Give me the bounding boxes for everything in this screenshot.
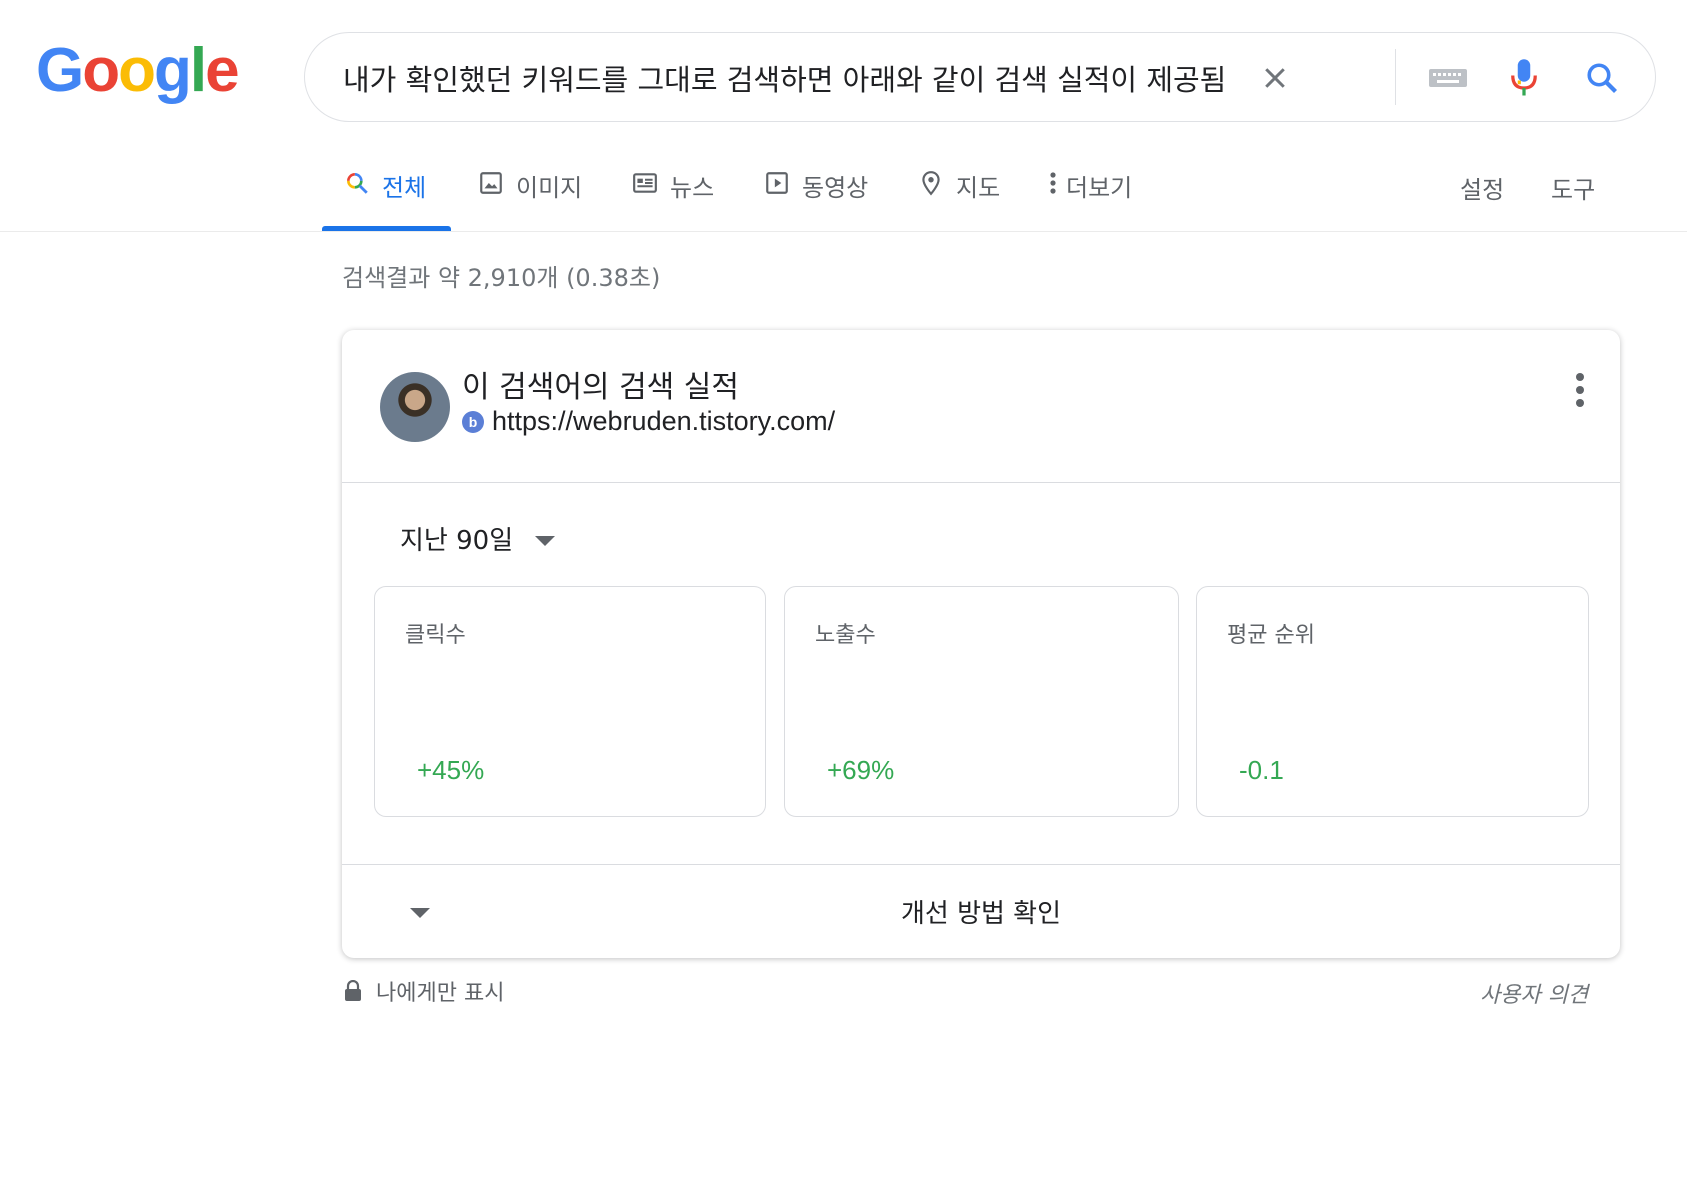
metric-label: 클릭수 xyxy=(405,623,466,648)
tab-videos[interactable]: 동영상 xyxy=(762,168,868,240)
lock-icon xyxy=(344,980,362,1002)
site-url[interactable]: https://webruden.tistory.com/ xyxy=(492,406,835,437)
private-label: 나에게만 표시 xyxy=(376,981,505,1006)
logo-letter: o xyxy=(82,36,120,105)
logo-letter: o xyxy=(118,36,156,105)
image-icon xyxy=(476,168,506,198)
metric-label: 노출수 xyxy=(815,623,876,648)
tab-more[interactable]: 더보기 xyxy=(1046,168,1132,240)
tools-link[interactable]: 도구 xyxy=(1551,170,1595,205)
metric-clicks[interactable]: 클릭수 +45% xyxy=(374,586,766,817)
tab-maps[interactable]: 지도 xyxy=(916,168,1000,240)
site-row[interactable]: b https://webruden.tistory.com/ xyxy=(462,406,835,437)
tab-label: 이미지 xyxy=(516,174,583,202)
logo-letter: e xyxy=(205,36,240,105)
tab-label: 전체 xyxy=(382,174,427,202)
search-box[interactable]: 내가 확인했던 키워드를 그대로 검색하면 아래와 같이 검색 실적이 제공됨 xyxy=(304,32,1656,122)
chevron-down-icon xyxy=(535,535,556,546)
video-icon xyxy=(762,168,792,198)
metric-impressions[interactable]: 노출수 +69% xyxy=(784,586,1179,817)
tabs-divider xyxy=(0,231,1687,232)
settings-link[interactable]: 설정 xyxy=(1460,170,1504,205)
tab-label: 동영상 xyxy=(802,174,869,202)
tab-label: 더보기 xyxy=(1066,174,1133,202)
private-notice: 나에게만 표시 xyxy=(344,975,504,1007)
tab-images[interactable]: 이미지 xyxy=(476,168,582,240)
avatar xyxy=(380,372,450,442)
google-logo[interactable]: Google xyxy=(36,36,240,105)
period-label: 지난 90일 xyxy=(400,526,514,556)
site-favicon-icon: b xyxy=(462,410,484,433)
clear-icon[interactable] xyxy=(1250,53,1300,103)
improve-label: 개선 방법 확인 xyxy=(900,899,1062,929)
metric-value: +45% xyxy=(417,755,485,785)
tab-label: 지도 xyxy=(956,174,1001,202)
news-icon xyxy=(630,168,660,198)
metric-avg-position[interactable]: 평균 순위 -0.1 xyxy=(1196,586,1589,817)
search-input[interactable]: 내가 확인했던 키워드를 그대로 검색하면 아래와 같이 검색 실적이 제공됨 xyxy=(343,57,1226,99)
feedback-link[interactable]: 사용자 의견 xyxy=(1480,977,1588,1009)
tab-label: 뉴스 xyxy=(670,174,715,202)
logo-letter: G xyxy=(36,36,84,105)
metric-value: -0.1 xyxy=(1239,755,1284,785)
metric-value: +69% xyxy=(827,755,895,785)
logo-letter: g xyxy=(153,36,192,105)
tab-news[interactable]: 뉴스 xyxy=(630,168,714,240)
result-stats: 검색결과 약 2,910개 (0.38초) xyxy=(342,264,661,292)
keyboard-icon[interactable] xyxy=(1423,53,1473,103)
card-divider xyxy=(342,482,1620,483)
period-dropdown[interactable]: 지난 90일 xyxy=(400,520,556,557)
microphone-icon[interactable] xyxy=(1499,53,1549,103)
search-divider xyxy=(1395,49,1396,105)
search-icon[interactable] xyxy=(1577,53,1627,103)
map-pin-icon xyxy=(916,168,946,198)
logo-letter: l xyxy=(189,36,207,105)
improve-toggle[interactable]: 개선 방법 확인 xyxy=(342,865,1620,958)
metric-label: 평균 순위 xyxy=(1227,623,1315,648)
search-performance-card: 이 검색어의 검색 실적 b https://webruden.tistory.… xyxy=(342,330,1620,958)
search-icon xyxy=(342,168,372,198)
more-vert-icon xyxy=(1046,168,1060,198)
card-menu-icon[interactable] xyxy=(1570,370,1590,410)
card-title: 이 검색어의 검색 실적 xyxy=(462,370,740,405)
